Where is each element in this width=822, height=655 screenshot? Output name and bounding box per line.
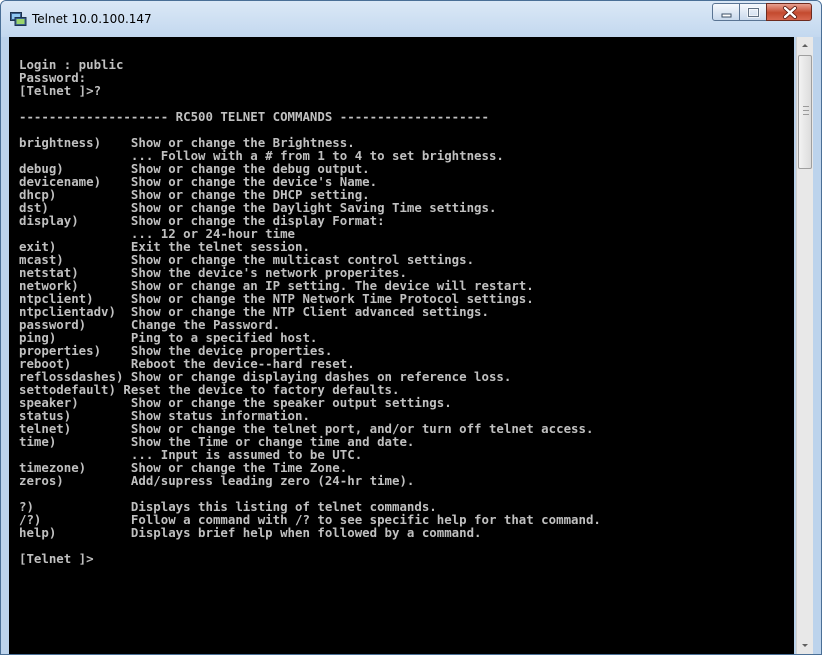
close-icon — [783, 6, 797, 19]
grip-icon — [803, 106, 809, 115]
window-frame-left — [1, 37, 9, 654]
console-output: Login : public Password: [Telnet ]>? ---… — [19, 58, 601, 565]
console-line: [Telnet ]>? — [19, 83, 102, 98]
console-line: -------------------- RC500 TELNET COMMAN… — [19, 109, 489, 124]
console-line: help) Displays brief help when followed … — [19, 525, 482, 540]
telnet-terminal-icon[interactable] — [10, 11, 27, 26]
minimize-button[interactable] — [712, 3, 740, 21]
scrollbar-thumb[interactable] — [798, 55, 812, 169]
scroll-up-button[interactable] — [797, 37, 813, 54]
console-line: [Telnet ]> — [19, 551, 94, 566]
maximize-button[interactable] — [739, 3, 767, 21]
scroll-down-button[interactable] — [797, 637, 813, 654]
maximize-icon — [747, 7, 760, 18]
console-line: zeros) Add/supress leading zero (24-hr t… — [19, 473, 415, 488]
title-bar[interactable]: Telnet 10.0.100.147 — [1, 1, 821, 37]
window-title: Telnet 10.0.100.147 — [32, 12, 152, 26]
vertical-scrollbar[interactable] — [796, 37, 813, 654]
minimize-icon — [721, 13, 732, 18]
chevron-up-icon — [802, 44, 808, 47]
chevron-down-icon — [802, 644, 808, 647]
close-button[interactable] — [766, 3, 812, 21]
telnet-window: Telnet 10.0.100.147 Login : public Passw… — [0, 0, 822, 655]
window-frame-right — [813, 37, 821, 654]
console-area[interactable]: Login : public Password: [Telnet ]>? ---… — [9, 37, 794, 654]
